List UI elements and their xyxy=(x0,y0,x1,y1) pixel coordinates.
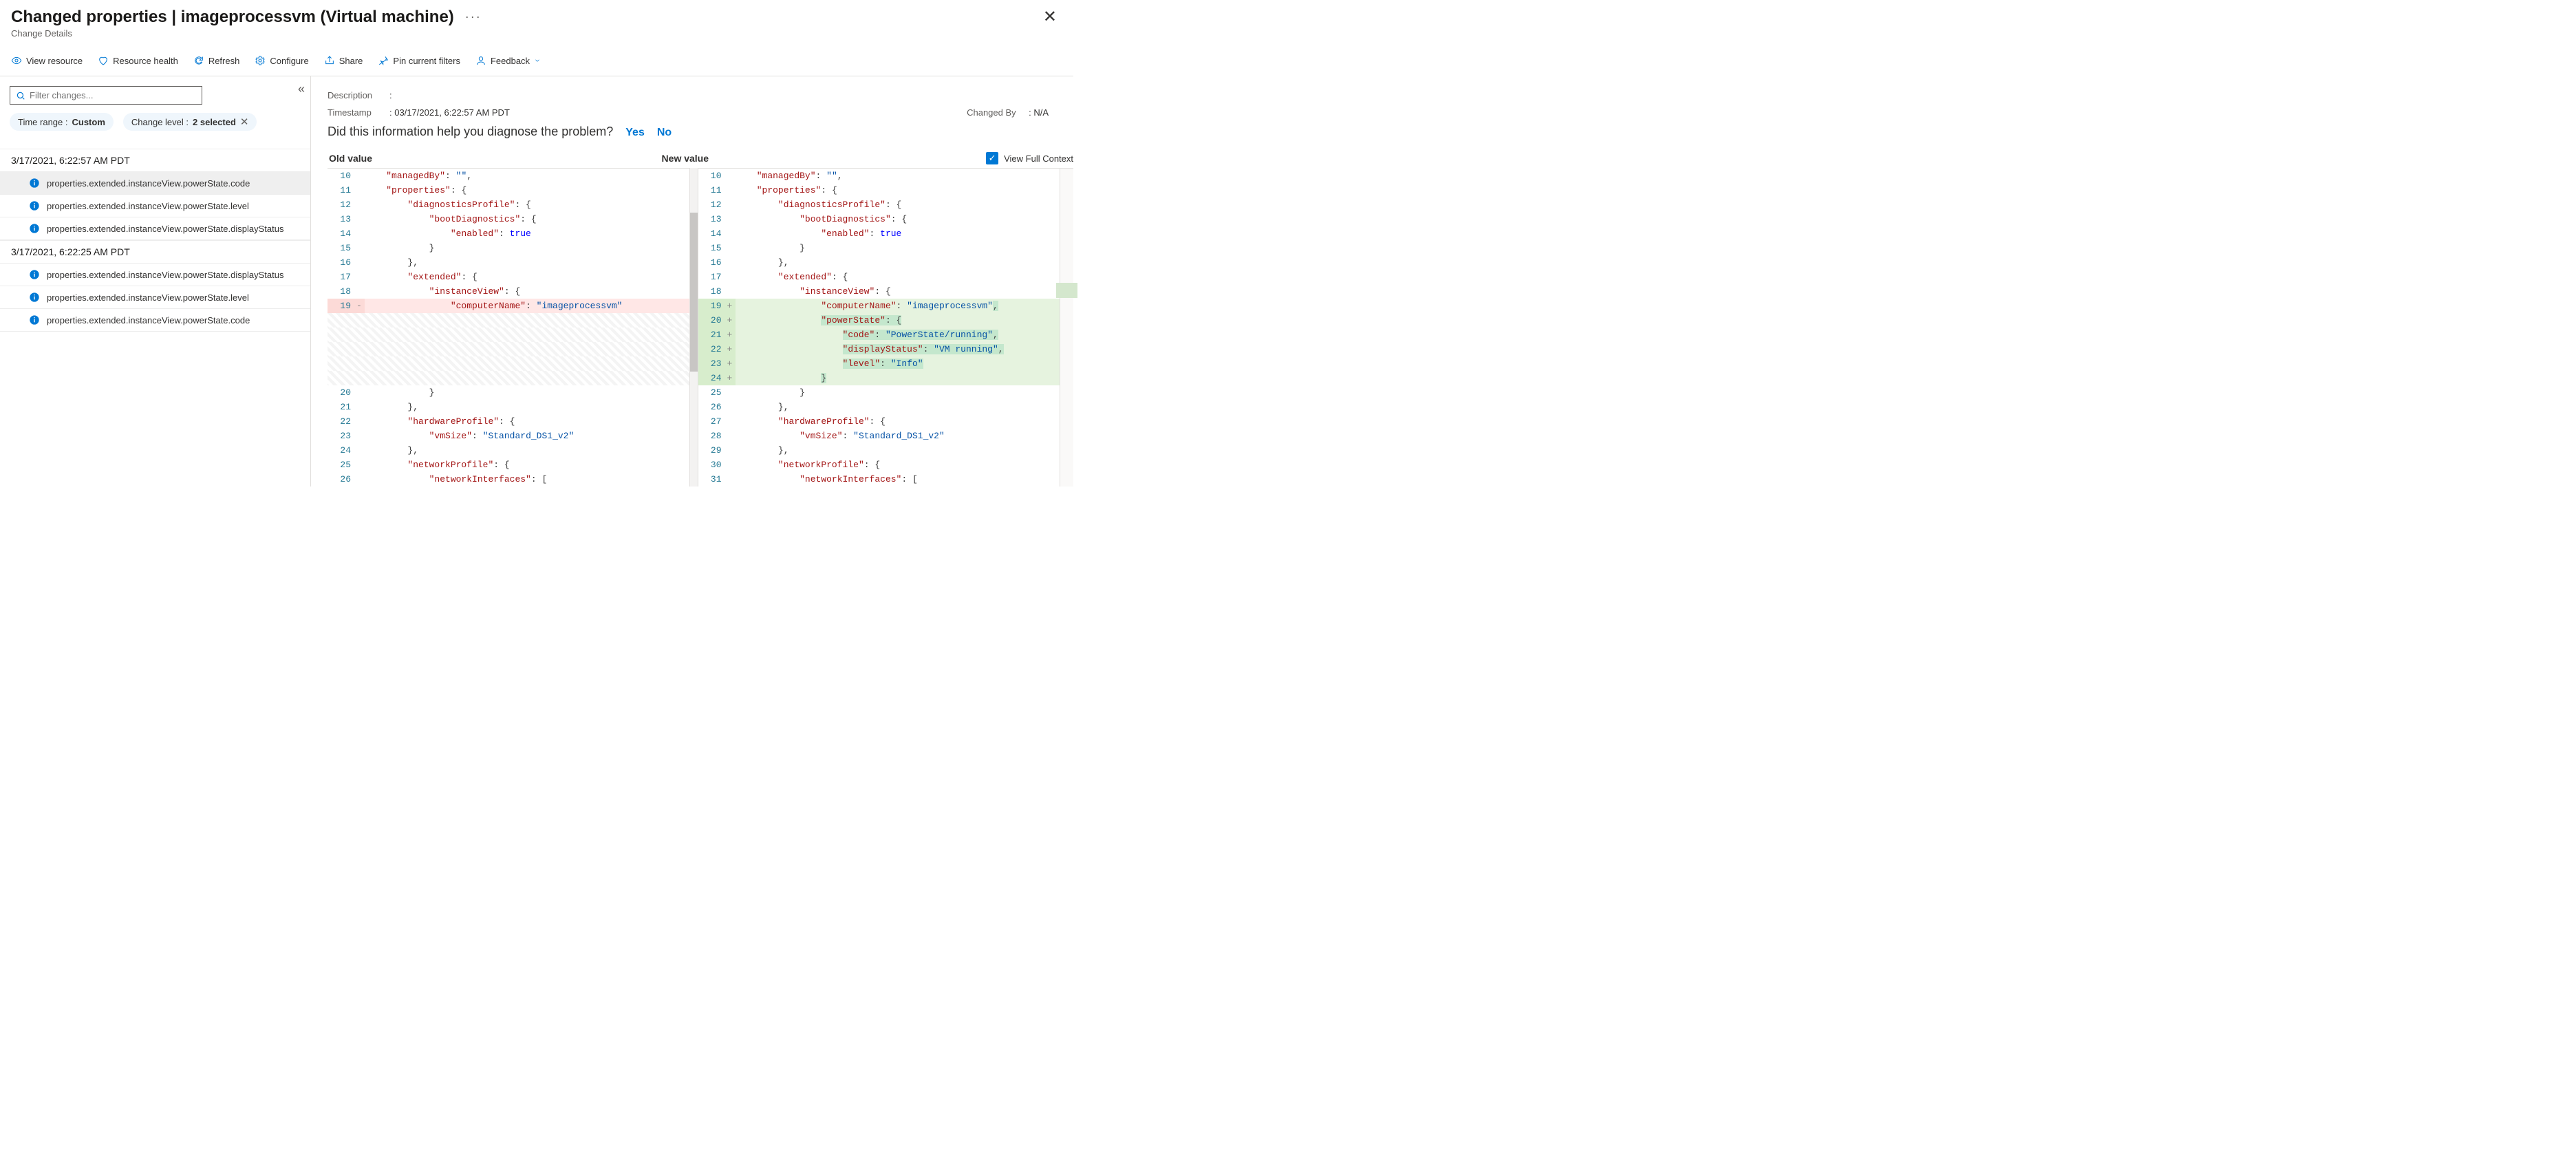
meta-key: Changed By xyxy=(967,107,1029,118)
toolbar: View resource Resource health Refresh Co… xyxy=(0,45,1073,76)
chevron-down-icon xyxy=(534,55,541,66)
feedback-button[interactable]: Feedback xyxy=(475,55,541,66)
toolbar-label: Pin current filters xyxy=(393,56,460,66)
refresh-icon xyxy=(193,55,204,66)
search-icon xyxy=(16,91,25,100)
time-range-chip[interactable]: Time range : Custom xyxy=(10,113,114,131)
toolbar-label: Resource health xyxy=(113,56,178,66)
feedback-question: Did this information help you diagnose t… xyxy=(328,125,613,139)
change-item[interactable]: properties.extended.instanceView.powerSt… xyxy=(0,195,310,217)
toolbar-label: Share xyxy=(339,56,363,66)
resource-health-button[interactable]: Resource health xyxy=(98,55,178,66)
diff-new-header: New value xyxy=(654,149,987,168)
page-subtitle: Change Details xyxy=(11,28,1062,39)
sidebar: « Time range : Custom Change level : 2 s… xyxy=(0,76,311,487)
pin-button[interactable]: Pin current filters xyxy=(378,55,460,66)
configure-button[interactable]: Configure xyxy=(255,55,308,66)
meta-value: : 03/17/2021, 6:22:57 AM PDT xyxy=(389,107,510,118)
toolbar-label: Configure xyxy=(270,56,308,66)
filter-input-wrap[interactable] xyxy=(10,86,202,105)
person-icon xyxy=(475,55,486,66)
change-item-label: properties.extended.instanceView.powerSt… xyxy=(47,224,283,234)
pin-icon xyxy=(378,55,389,66)
more-icon[interactable]: ··· xyxy=(465,10,482,24)
meta-value: : xyxy=(389,90,392,100)
close-icon[interactable]: ✕ xyxy=(1038,7,1062,27)
group-header: 3/17/2021, 6:22:57 AM PDT xyxy=(0,149,310,172)
change-item-label: properties.extended.instanceView.powerSt… xyxy=(47,178,250,189)
view-full-context-checkbox[interactable]: ✓ xyxy=(986,152,998,164)
feedback-no[interactable]: No xyxy=(657,127,672,139)
meta-key: Timestamp xyxy=(328,107,389,118)
info-icon xyxy=(29,292,40,303)
change-item[interactable]: properties.extended.instanceView.powerSt… xyxy=(0,172,310,195)
info-icon xyxy=(29,178,40,189)
meta-key: Description xyxy=(328,90,389,100)
change-item[interactable]: properties.extended.instanceView.powerSt… xyxy=(0,309,310,332)
meta-value: : N/A xyxy=(1029,107,1049,118)
scrollbar[interactable] xyxy=(689,168,698,487)
share-icon xyxy=(324,55,335,66)
heart-icon xyxy=(98,55,109,66)
diff-new-pane: 10 "managedBy": "",11 "properties": {12 … xyxy=(698,168,1060,487)
toolbar-label: View resource xyxy=(26,56,83,66)
change-item-label: properties.extended.instanceView.powerSt… xyxy=(47,270,283,280)
feedback-yes[interactable]: Yes xyxy=(625,127,645,139)
view-resource-button[interactable]: View resource xyxy=(11,55,83,66)
info-icon xyxy=(29,200,40,211)
chip-label: Change level : xyxy=(131,117,189,127)
gear-icon xyxy=(255,55,266,66)
chip-value: 2 selected xyxy=(193,117,236,127)
group-header: 3/17/2021, 6:22:25 AM PDT xyxy=(0,240,310,264)
diff-old-header: Old value xyxy=(328,149,654,168)
toolbar-label: Refresh xyxy=(208,56,240,66)
change-item-label: properties.extended.instanceView.powerSt… xyxy=(47,292,249,303)
diff-old-pane: 10 "managedBy": "",11 "properties": {12 … xyxy=(328,168,689,487)
change-item-label: properties.extended.instanceView.powerSt… xyxy=(47,201,249,211)
change-item[interactable]: properties.extended.instanceView.powerSt… xyxy=(0,286,310,309)
minimap[interactable] xyxy=(1060,168,1073,487)
info-icon xyxy=(29,223,40,234)
change-item[interactable]: properties.extended.instanceView.powerSt… xyxy=(0,217,310,240)
share-button[interactable]: Share xyxy=(324,55,363,66)
info-icon xyxy=(29,269,40,280)
change-item-label: properties.extended.instanceView.powerSt… xyxy=(47,315,250,325)
info-icon xyxy=(29,314,40,325)
chip-clear-icon[interactable]: ✕ xyxy=(240,116,249,128)
change-item[interactable]: properties.extended.instanceView.powerSt… xyxy=(0,264,310,286)
change-level-chip[interactable]: Change level : 2 selected ✕ xyxy=(123,113,257,131)
toolbar-label: Feedback xyxy=(491,56,530,66)
chip-value: Custom xyxy=(72,117,105,127)
page-title: Changed properties | imageprocessvm (Vir… xyxy=(11,8,454,27)
chip-label: Time range : xyxy=(18,117,68,127)
collapse-icon[interactable]: « xyxy=(298,82,305,96)
view-full-context-label: View Full Context xyxy=(1004,153,1073,164)
refresh-button[interactable]: Refresh xyxy=(193,55,240,66)
filter-input[interactable] xyxy=(30,90,196,100)
eye-icon xyxy=(11,55,22,66)
